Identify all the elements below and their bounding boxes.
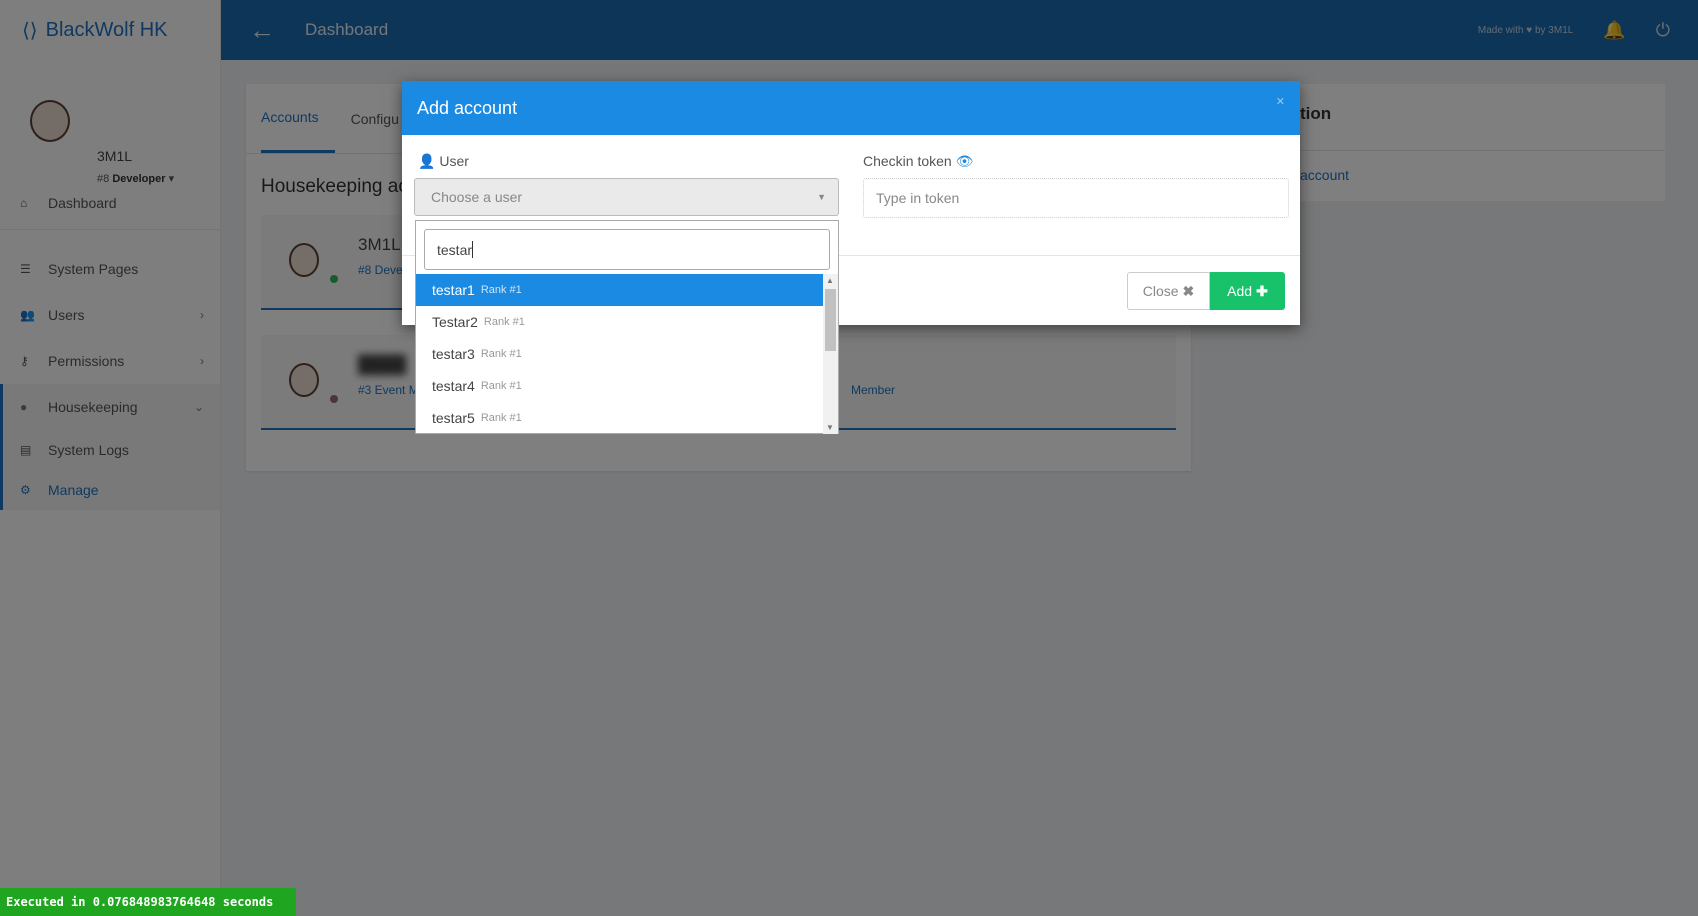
option-rank: Rank #1 (480, 380, 522, 392)
add-button[interactable]: Add ✚ (1210, 272, 1285, 310)
token-input[interactable]: Type in token (863, 178, 1289, 218)
caret-down-icon: ▼ (817, 192, 826, 202)
scrollbar-thumb[interactable] (825, 289, 836, 351)
search-value: testar (437, 241, 473, 258)
option-name: testar4 (432, 378, 475, 394)
label: Checkin token (863, 153, 952, 169)
dropdown-scrollbar[interactable]: ▲ ▼ (823, 274, 838, 434)
user-dropdown: testar testar1 Rank #1 Testar2 Rank #1 tes… (415, 220, 839, 434)
option-rank: Rank #1 (483, 316, 525, 328)
user-option[interactable]: testar3 Rank #1 (416, 338, 824, 370)
user-option[interactable]: testar1 Rank #1 (416, 274, 824, 306)
label: Add (1227, 283, 1253, 299)
option-rank: Rank #1 (480, 284, 522, 296)
close-icon[interactable]: ✕ (1276, 95, 1285, 108)
option-name: testar3 (432, 346, 475, 362)
times-icon: ✖ (1182, 282, 1195, 299)
text-cursor (472, 241, 474, 258)
modal-title: Add account (417, 97, 518, 118)
option-rank: Rank #1 (480, 348, 522, 360)
option-name: Testar2 (432, 314, 478, 330)
user-option[interactable]: testar4 Rank #1 (416, 370, 824, 402)
execution-time: Executed in 0.076848983764648 seconds (0, 888, 296, 916)
token-label: Checkin token 👁 (863, 153, 973, 170)
user-option[interactable]: Testar2 Rank #1 (416, 306, 824, 338)
user-select[interactable]: Choose a user ▼ (414, 178, 839, 216)
option-name: testar5 (432, 410, 475, 426)
option-rank: Rank #1 (480, 412, 522, 424)
user-icon: 👤 (418, 153, 436, 169)
user-option[interactable]: testar5 Rank #1 (416, 402, 824, 434)
label: User (439, 153, 469, 169)
label: Close (1142, 283, 1179, 299)
user-label: 👤 User (418, 153, 469, 170)
option-name: testar1 (432, 282, 475, 298)
select-placeholder: Choose a user (431, 189, 523, 205)
user-search-input[interactable]: testar (424, 229, 830, 270)
token-placeholder: Type in token (876, 190, 960, 206)
scroll-up-icon[interactable]: ▲ (826, 276, 834, 285)
close-button[interactable]: Close ✖ (1127, 272, 1210, 310)
plus-icon: ✚ (1256, 282, 1268, 299)
eye-icon[interactable]: 👁 (956, 153, 974, 169)
scroll-down-icon[interactable]: ▼ (826, 423, 834, 432)
